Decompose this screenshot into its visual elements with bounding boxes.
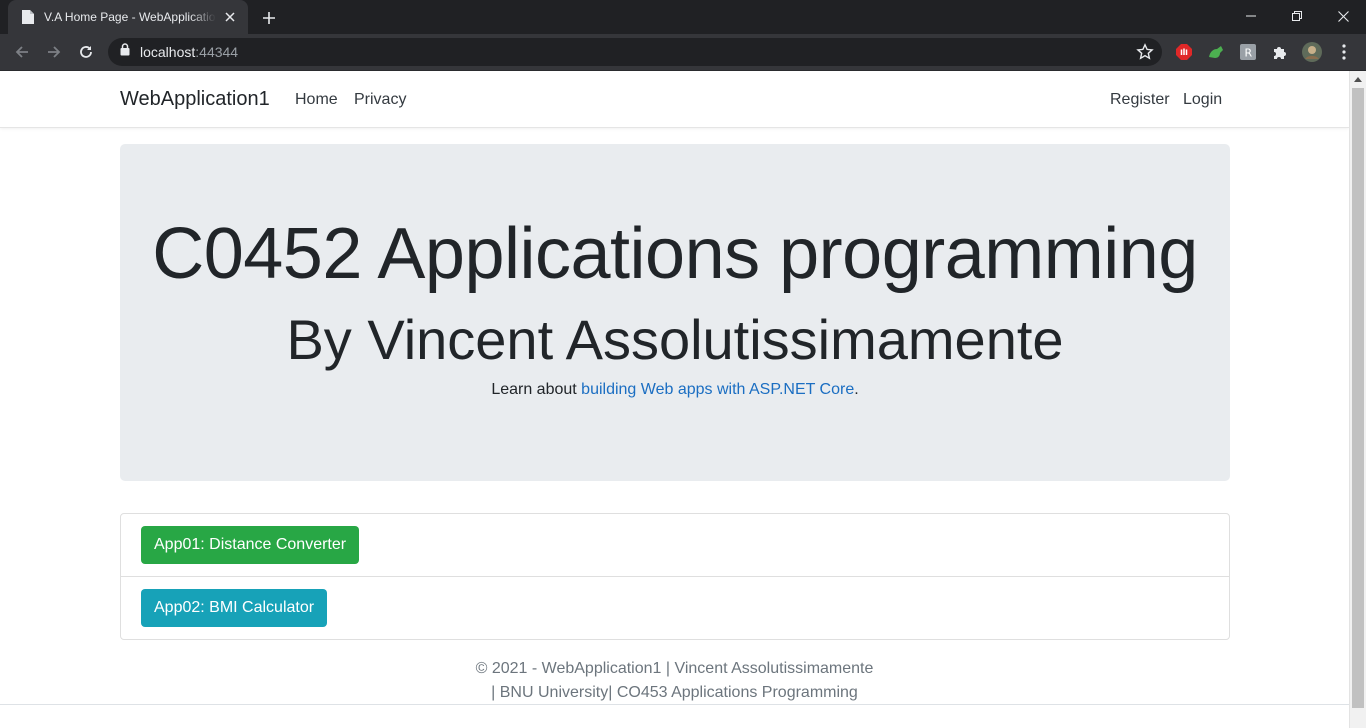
reload-icon[interactable]: [72, 38, 100, 66]
navbar-brand[interactable]: WebApplication1: [120, 88, 270, 111]
back-icon[interactable]: [8, 38, 36, 66]
adblock-extension-icon[interactable]: [1174, 42, 1194, 62]
lock-icon[interactable]: [120, 43, 130, 61]
list-item: App01: Distance Converter: [121, 514, 1229, 577]
nav-link-register[interactable]: Register: [1110, 91, 1170, 109]
svg-text:R: R: [1245, 47, 1253, 60]
browser-tab[interactable]: V.A Home Page - WebApplication1: [8, 0, 248, 34]
restore-icon[interactable]: [1274, 0, 1320, 32]
url-host: localhost: [140, 44, 196, 60]
frog-extension-icon[interactable]: [1206, 42, 1226, 62]
minimize-icon[interactable]: [1228, 0, 1274, 32]
scroll-thumb[interactable]: [1352, 88, 1364, 708]
profile-avatar-icon[interactable]: [1302, 42, 1322, 62]
hero-title: C0452 Applications programming: [152, 214, 1198, 294]
app02-bmi-calculator-button[interactable]: App02: BMI Calculator: [141, 589, 328, 627]
learn-suffix: .: [854, 381, 859, 398]
list-item: App02: BMI Calculator: [121, 577, 1229, 640]
browser-toolbar: localhost:44344 R: [0, 34, 1366, 71]
page-favicon-icon: [20, 9, 36, 25]
scroll-up-arrow-icon[interactable]: [1350, 71, 1366, 87]
nav-link-login[interactable]: Login: [1183, 91, 1222, 109]
url-port: :44344: [195, 44, 239, 60]
learn-prefix: Learn about: [491, 381, 582, 398]
address-bar[interactable]: localhost:44344: [108, 38, 1162, 66]
footer-line-2: | BNU University| CO453 Applications Pro…: [491, 684, 858, 701]
forward-icon[interactable]: [40, 38, 68, 66]
hero-jumbotron: C0452 Applications programming By Vincen…: [120, 144, 1230, 481]
browser-tabstrip: V.A Home Page - WebApplication1: [0, 0, 1366, 34]
apps-list: App01: Distance Converter App02: BMI Cal…: [120, 513, 1230, 640]
tab-close-icon[interactable]: [222, 9, 238, 25]
aspnet-docs-link[interactable]: building Web apps with ASP.NET Core: [581, 381, 854, 398]
learn-about-text: Learn about building Web apps with ASP.N…: [120, 381, 1230, 399]
nav-link-privacy[interactable]: Privacy: [354, 91, 406, 109]
footer-divider: [0, 704, 1349, 705]
page-scrollbar[interactable]: [1349, 71, 1366, 728]
close-window-icon[interactable]: [1320, 0, 1366, 32]
site-navbar: WebApplication1 Home Privacy Register Lo…: [0, 71, 1349, 128]
r-extension-icon[interactable]: R: [1238, 42, 1258, 62]
site-footer: © 2021 - WebApplication1 | Vincent Assol…: [0, 657, 1349, 705]
footer-line-1: © 2021 - WebApplication1 | Vincent Assol…: [475, 660, 874, 677]
hero-subtitle: By Vincent Assolutissimamente: [286, 308, 1064, 371]
nav-link-home[interactable]: Home: [295, 91, 338, 109]
bookmark-star-icon[interactable]: [1136, 43, 1154, 66]
extensions-puzzle-icon[interactable]: [1270, 42, 1290, 62]
browser-menu-icon[interactable]: [1334, 42, 1354, 62]
tab-title: V.A Home Page - WebApplication1: [44, 10, 216, 24]
page-viewport: WebApplication1 Home Privacy Register Lo…: [0, 71, 1366, 728]
new-tab-icon[interactable]: [256, 5, 282, 31]
app01-distance-converter-button[interactable]: App01: Distance Converter: [141, 526, 360, 564]
